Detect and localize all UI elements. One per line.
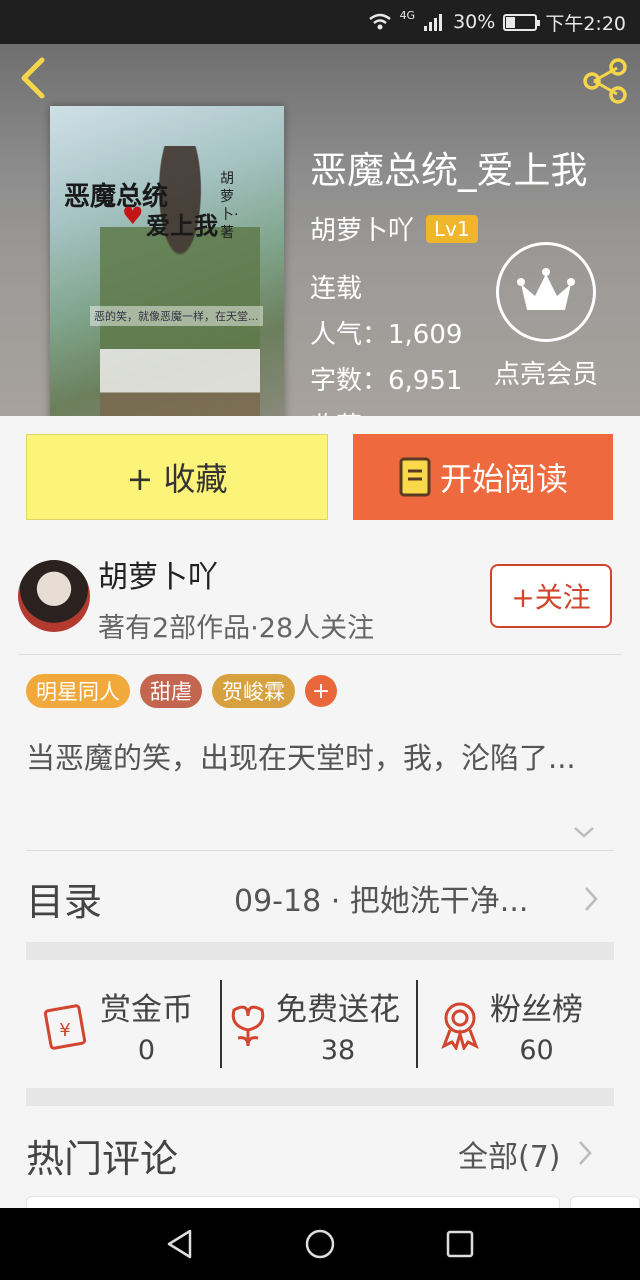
start-reading-button[interactable]: 开始阅读 — [353, 434, 613, 520]
collect-button[interactable]: + 收藏 — [26, 434, 328, 520]
divider — [18, 654, 622, 655]
expand-synopsis-button[interactable] — [572, 820, 596, 844]
hot-comments-title: 热门评论 — [26, 1137, 179, 1181]
word-count: 字数：6,951 — [310, 366, 463, 396]
book-header: 恶魔总统 ♥ 爱上我 胡萝卜·著 恶的笑，就像恶魔一样，在天堂... 恶魔总统_… — [0, 44, 640, 416]
free-flower-value: 38 — [320, 1035, 356, 1066]
tag-list: 明星同人 甜虐 贺峻霖 + — [26, 674, 337, 708]
tag-item[interactable]: 甜虐 — [140, 674, 202, 708]
reward-coins-value: 0 — [137, 1035, 156, 1066]
cover-caption: 恶的笑，就像恶魔一样，在天堂... — [90, 306, 263, 326]
fan-ranking[interactable]: 粉丝榜 60 — [438, 984, 583, 1066]
author-row: 胡萝卜吖 Lv1 — [310, 210, 478, 247]
section-separator — [26, 942, 614, 960]
fan-ranking-label: 粉丝榜 — [490, 992, 583, 1028]
signal-icon — [424, 14, 443, 31]
flower-icon — [231, 1005, 265, 1047]
vip-button[interactable]: 点亮会员 — [488, 242, 604, 391]
free-flower[interactable]: 免费送花 38 — [226, 984, 400, 1066]
network-type: 4G — [399, 9, 416, 22]
svg-text:¥: ¥ — [59, 1020, 70, 1041]
catalog-label: 目录 — [26, 879, 103, 924]
author-avatar[interactable] — [18, 560, 90, 632]
all-comments-link[interactable]: 全部(7) — [458, 1132, 561, 1176]
wifi-icon — [368, 13, 391, 30]
nav-recents-button[interactable] — [440, 1224, 480, 1264]
crown-icon — [517, 268, 575, 310]
serial-status: 连载 — [310, 274, 363, 304]
book-cover[interactable]: 恶魔总统 ♥ 爱上我 胡萝卜·著 恶的笑，就像恶魔一样，在天堂... — [50, 106, 284, 416]
circle-home-icon — [305, 1229, 335, 1259]
share-button[interactable] — [580, 56, 630, 106]
book-title: 恶魔总统_爱上我 — [310, 149, 588, 192]
add-tag-button[interactable]: + — [305, 675, 337, 707]
free-flower-label: 免费送花 — [276, 992, 400, 1028]
stat-divider — [416, 980, 418, 1068]
author-card-info: 著有2部作品·28人关注 — [98, 613, 375, 644]
cover-subtitle: 爱上我 — [146, 211, 218, 240]
level-badge: Lv1 — [426, 214, 478, 243]
battery-icon — [503, 13, 541, 31]
vip-label: 点亮会员 — [493, 360, 598, 390]
section-separator — [26, 1088, 614, 1106]
fan-ranking-value: 60 — [519, 1035, 554, 1066]
popularity: 人气：1,609 — [310, 320, 463, 350]
catalog-row[interactable]: 目录 09-18 · 把她洗干净... — [26, 852, 614, 944]
heart-icon: ♥ — [122, 202, 144, 230]
nav-home-button[interactable] — [300, 1224, 340, 1264]
divider — [26, 850, 614, 851]
cover-author: 胡萝卜·著 — [220, 171, 239, 241]
tag-item[interactable]: 贺峻霖 — [212, 674, 295, 708]
red-envelope-icon: ¥ — [43, 1004, 87, 1050]
latest-chapter: 09-18 · 把她洗干净... — [234, 884, 529, 919]
battery-percent: 30% — [453, 11, 496, 33]
author-card-name[interactable]: 胡萝卜吖 — [98, 552, 218, 596]
stat-divider — [220, 980, 222, 1068]
chevron-right-icon — [585, 887, 598, 911]
square-recents-icon — [446, 1230, 474, 1258]
synopsis: 当恶魔的笑，出现在天堂时，我，沦陷了... — [26, 741, 576, 775]
chevron-down-icon — [574, 827, 594, 838]
status-bar: 4G 30% 下午2:20 — [0, 0, 640, 44]
chevron-right-icon — [579, 1141, 592, 1165]
follow-button[interactable]: +关注 — [490, 564, 612, 628]
author-name[interactable]: 胡萝卜吖 — [310, 210, 414, 247]
share-icon — [583, 58, 627, 104]
system-nav-bar — [0, 1208, 640, 1280]
triangle-back-icon — [167, 1229, 192, 1259]
nav-back-button[interactable] — [160, 1224, 200, 1264]
medal-icon — [441, 1002, 479, 1050]
start-reading-label: 开始阅读 — [439, 460, 568, 498]
chevron-left-icon — [21, 57, 45, 99]
tag-item[interactable]: 明星同人 — [26, 674, 130, 708]
book-icon — [399, 457, 431, 497]
back-button[interactable] — [14, 56, 54, 100]
reward-coins[interactable]: ¥ 赏金币 0 — [42, 984, 193, 1066]
clock: 下午2:20 — [545, 12, 626, 35]
favorites-count: 收藏：51 — [310, 406, 421, 416]
reward-coins-label: 赏金币 — [100, 992, 193, 1028]
